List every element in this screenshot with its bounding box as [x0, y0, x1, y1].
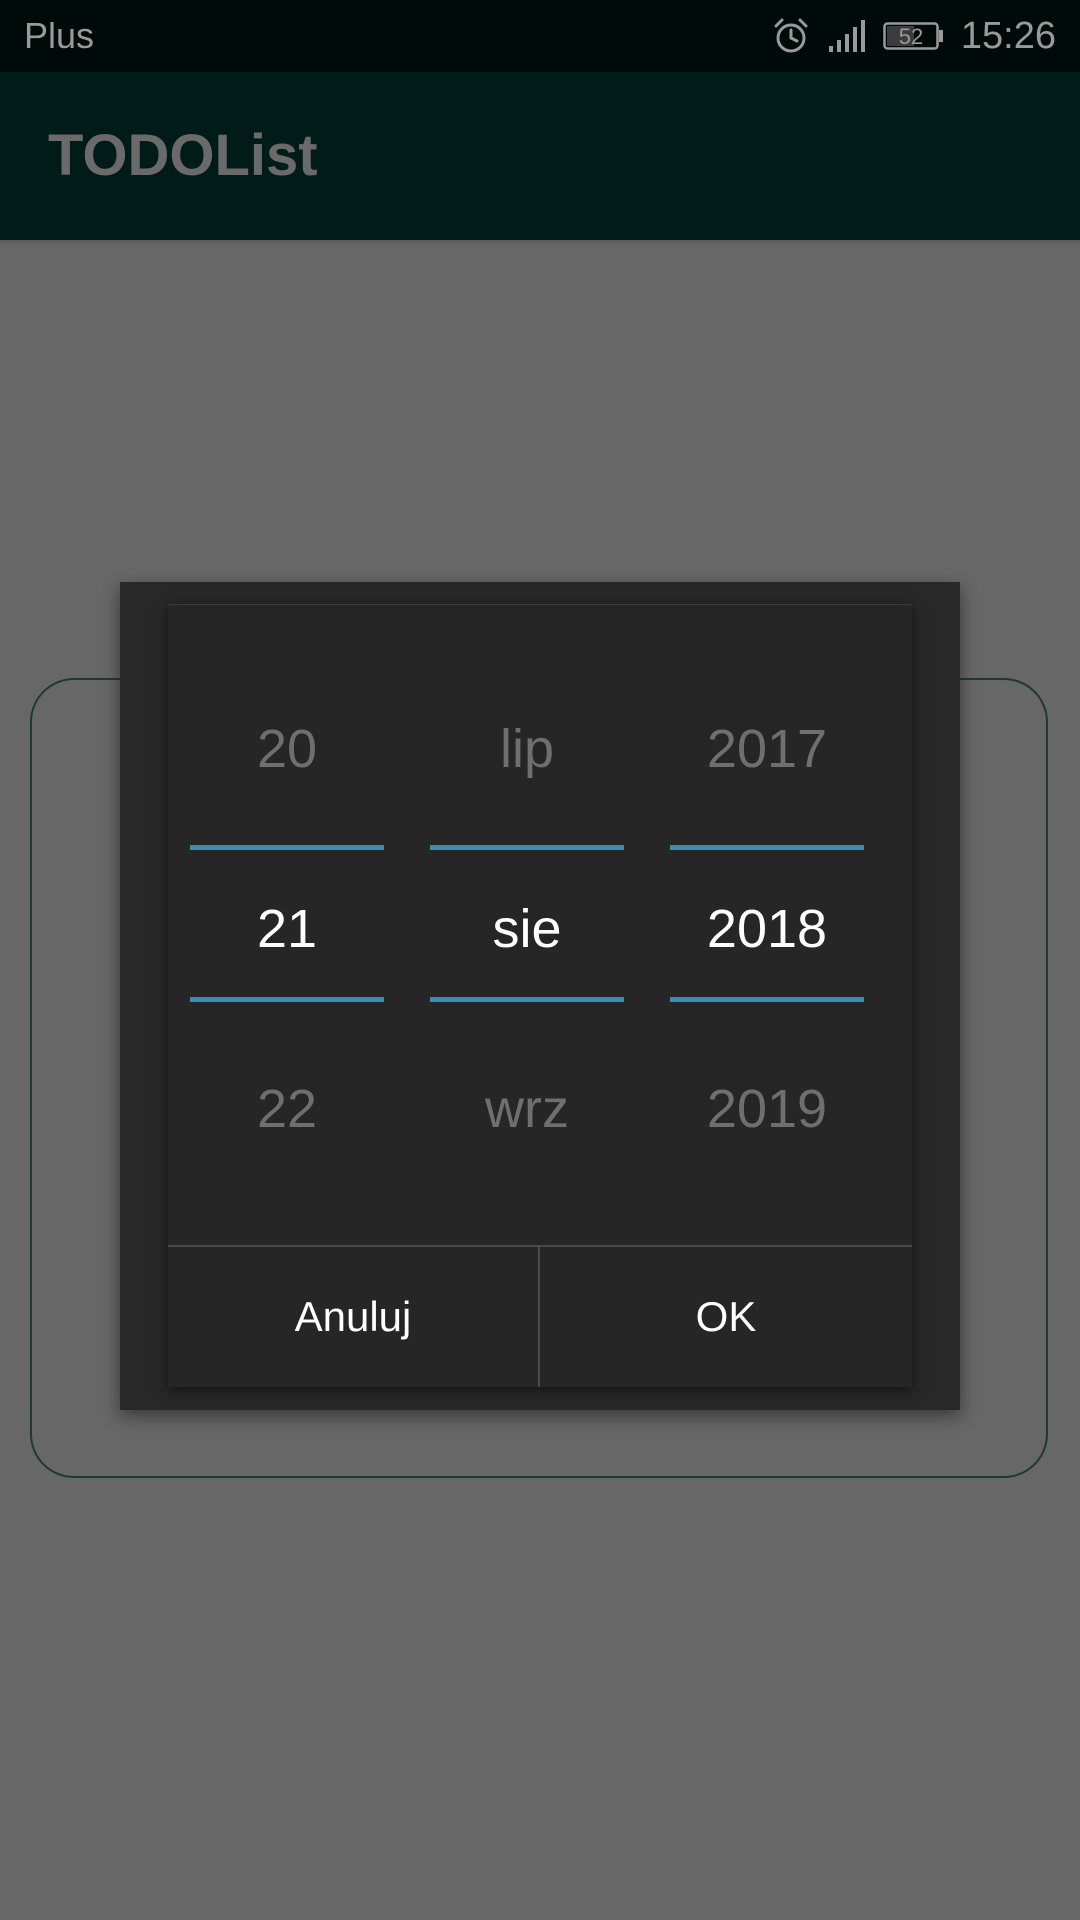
app-title: TODOList — [48, 123, 318, 188]
date-picker-panel: 20 21 22 lip sie wrz 2017 2018 2019 Anul… — [168, 604, 912, 1387]
day-spinner[interactable]: 20 21 22 — [190, 605, 384, 1245]
battery-icon: 52 — [883, 22, 943, 50]
year-divider-bottom — [670, 997, 864, 1002]
month-divider-bottom — [430, 997, 624, 1002]
clock: 15:26 — [960, 15, 1056, 57]
status-bar: Plus 52 15:26 — [0, 0, 1080, 72]
year-previous[interactable]: 2017 — [670, 717, 864, 781]
date-picker-dialog: 20 21 22 lip sie wrz 2017 2018 2019 Anul… — [120, 582, 960, 1410]
carrier-name: Plus — [24, 15, 95, 56]
day-divider-top — [190, 845, 384, 850]
day-previous[interactable]: 20 — [190, 717, 384, 781]
year-spinner[interactable]: 2017 2018 2019 — [670, 605, 864, 1245]
year-selected[interactable]: 2018 — [670, 897, 864, 961]
day-selected[interactable]: 21 — [190, 897, 384, 961]
app-bar-shadow — [0, 240, 1080, 246]
signal-icon — [828, 20, 865, 52]
app-bar: TODOList — [0, 72, 1080, 240]
battery-level: 52 — [899, 24, 923, 49]
cancel-button[interactable]: Anuluj — [168, 1247, 538, 1387]
month-previous[interactable]: lip — [430, 717, 624, 781]
status-icons: 52 15:26 — [755, 14, 1056, 58]
year-next[interactable]: 2019 — [670, 1077, 864, 1141]
month-selected[interactable]: sie — [430, 897, 624, 961]
year-divider-top — [670, 845, 864, 850]
month-next[interactable]: wrz — [430, 1077, 624, 1141]
month-spinner[interactable]: lip sie wrz — [430, 605, 624, 1245]
month-divider-top — [430, 845, 624, 850]
day-divider-bottom — [190, 997, 384, 1002]
ok-button[interactable]: OK — [540, 1247, 912, 1387]
day-next[interactable]: 22 — [190, 1077, 384, 1141]
alarm-icon — [774, 18, 808, 53]
